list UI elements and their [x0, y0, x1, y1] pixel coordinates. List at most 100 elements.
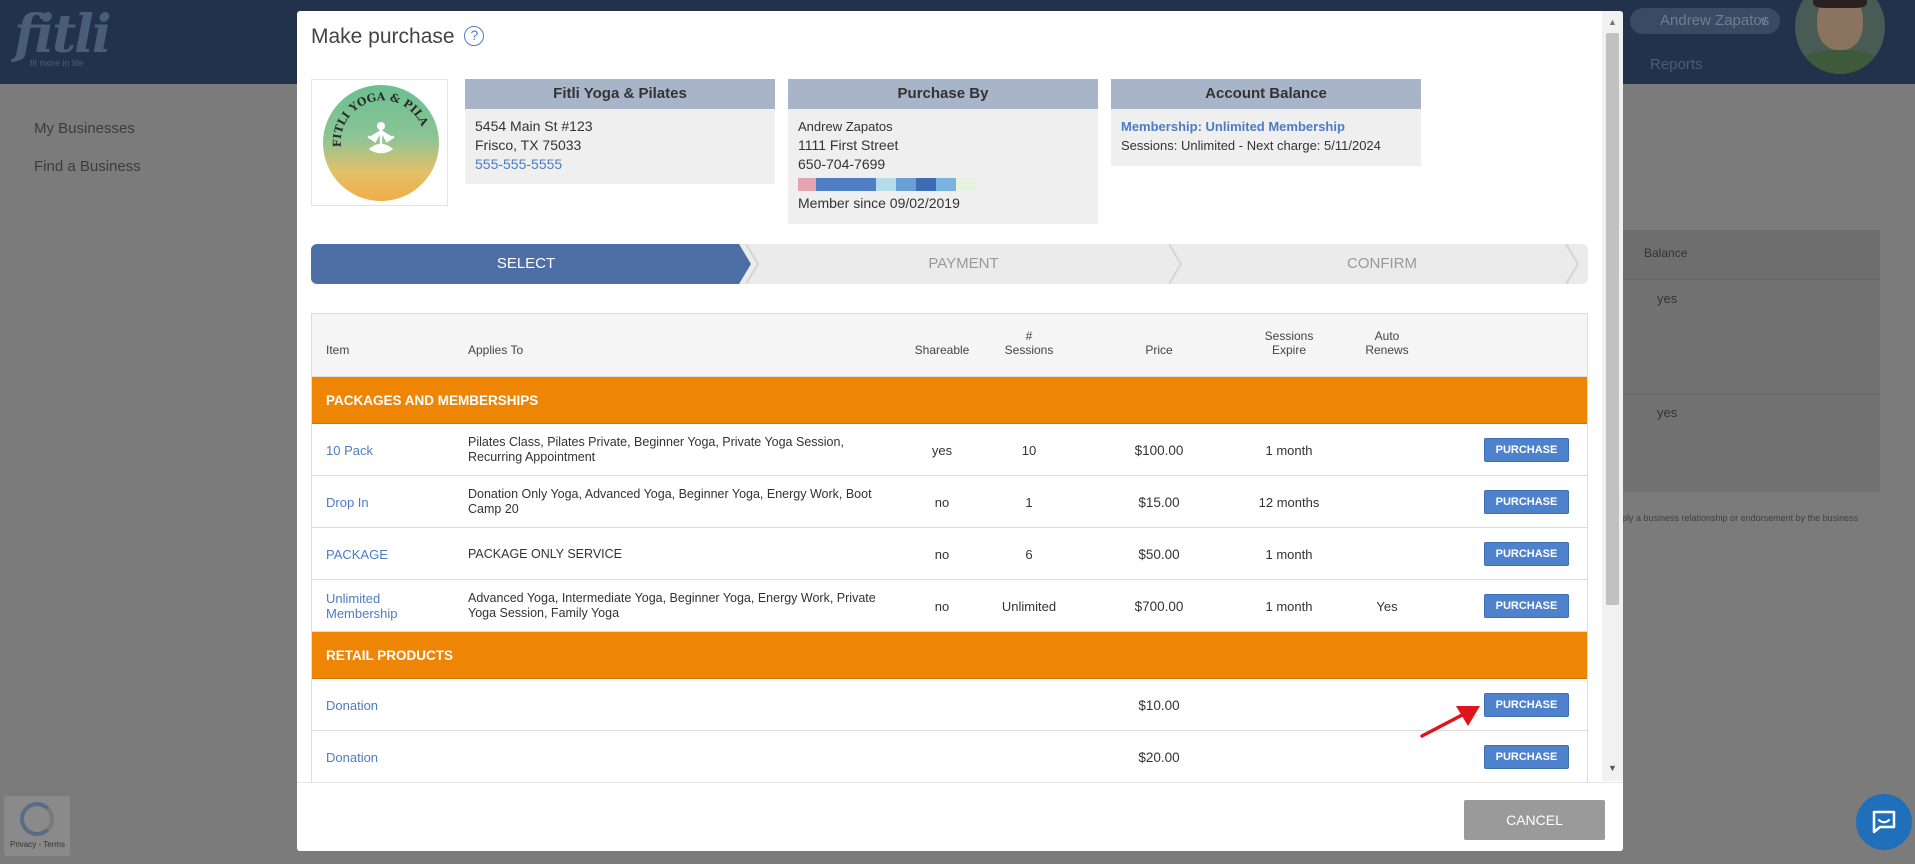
applies-to-text: Pilates Class, Pilates Private, Beginner…: [468, 435, 844, 464]
color-swatch: [936, 178, 956, 191]
scroll-down-arrow-icon[interactable]: ▼: [1608, 763, 1617, 773]
membership-link[interactable]: Membership: Unlimited Membership: [1121, 117, 1411, 136]
cancel-button[interactable]: CANCEL: [1464, 800, 1605, 840]
item-name-link[interactable]: Donation: [326, 731, 446, 783]
table-header: Item Applies To Shareable # Sessions Pri…: [312, 314, 1587, 377]
recaptcha-icon: [20, 802, 54, 836]
table-row: PACKAGE PACKAGE ONLY SERVICE no 6 $50.00 1 mo…: [312, 528, 1587, 580]
price-value: $700.00: [1134, 598, 1184, 614]
scrollbar-thumb[interactable]: [1606, 33, 1619, 605]
purchase-button[interactable]: PURCHASE: [1484, 490, 1569, 514]
sessions-value: 10: [1021, 442, 1037, 458]
color-swatch: [896, 178, 916, 191]
section-header: RETAIL PRODUCTS: [312, 632, 1587, 679]
sidebar-item-my-businesses[interactable]: My Businesses: [34, 120, 135, 137]
table-row: Unlimited Membership Advanced Yoga, Inter…: [312, 580, 1587, 632]
recaptcha-links[interactable]: Privacy - Terms: [10, 840, 65, 849]
auto-renews-value: [1347, 528, 1427, 580]
applies-to-text: Advanced Yoga, Intermediate Yoga, Beginn…: [468, 591, 876, 620]
price-value: $15.00: [1138, 494, 1180, 510]
applies-to-text: PACKAGE ONLY SERVICE: [468, 546, 622, 561]
color-swatch: [836, 178, 856, 191]
background-cell: yes: [1657, 405, 1678, 420]
purchaser-info-card: Purchase By Andrew Zapatos 1111 First St…: [788, 79, 1098, 224]
background-cell: yes: [1657, 291, 1678, 306]
purchase-steps: SELECT PAYMENT CONFIRM: [311, 244, 1588, 284]
modal-scrollbar[interactable]: ▲ ▼: [1602, 11, 1623, 781]
column-header-balance: Balance: [1644, 246, 1688, 260]
col-shareable: Shareable: [914, 343, 970, 357]
col-sessions: # Sessions: [1004, 329, 1054, 357]
sessions-value: Unlimited: [1001, 598, 1057, 614]
sessions-value: 6: [1025, 546, 1033, 562]
redacted-color-bar: [798, 178, 1088, 191]
purchaser-address: 1111 First Street: [798, 137, 899, 153]
scroll-up-arrow-icon[interactable]: ▲: [1608, 17, 1617, 27]
purchaser-name: Andrew Zapatos: [798, 119, 893, 134]
auto-renews-value: [1347, 731, 1427, 783]
col-item: Item: [326, 343, 350, 357]
business-address-line2: Frisco, TX 75033: [475, 137, 582, 153]
shareable-value: yes: [931, 442, 953, 458]
user-menu[interactable]: Andrew Zapatos ∨: [1630, 8, 1780, 34]
color-swatch: [956, 178, 976, 191]
item-name-link[interactable]: Unlimited Membership: [326, 580, 446, 632]
purchase-button[interactable]: PURCHASE: [1484, 542, 1569, 566]
col-applies-to: Applies To: [468, 343, 524, 357]
recaptcha-badge[interactable]: Privacy - Terms: [4, 796, 70, 856]
avatar[interactable]: [1795, 0, 1885, 74]
expire-value: 1 month: [1265, 598, 1313, 614]
expire-value: 12 months: [1258, 494, 1320, 510]
purchase-button[interactable]: PURCHASE: [1484, 438, 1569, 462]
color-swatch: [856, 178, 876, 191]
applies-to-text: [468, 731, 898, 783]
auto-renews-value: [1347, 476, 1427, 528]
shareable-value: no: [934, 598, 950, 614]
purchase-button[interactable]: PURCHASE: [1484, 594, 1569, 618]
modal-footer: CANCEL: [297, 782, 1623, 851]
sessions-value: [982, 731, 1076, 783]
sessions-info: Sessions: Unlimited - Next charge: 5/11/…: [1121, 138, 1381, 153]
shareable-value: [902, 679, 982, 731]
expire-value: [1242, 731, 1336, 783]
table-row: Drop In Donation Only Yoga, Advanced Yoga…: [312, 476, 1587, 528]
col-sessions-expire: Sessions Expire: [1264, 329, 1314, 357]
meditation-figure-icon: [367, 122, 395, 154]
expire-value: 1 month: [1265, 442, 1313, 458]
shareable-value: no: [934, 494, 950, 510]
fitli-logo[interactable]: fitli: [14, 4, 112, 65]
sidebar-item-find-business[interactable]: Find a Business: [34, 158, 141, 175]
purchaser-heading: Purchase By: [788, 79, 1098, 109]
purchase-button[interactable]: PURCHASE: [1484, 745, 1569, 769]
annotation-arrow-icon: [1420, 706, 1480, 738]
chat-launcher-button[interactable]: [1856, 794, 1912, 850]
auto-renews-value: Yes: [1376, 598, 1398, 614]
item-name-link[interactable]: Drop In: [326, 476, 446, 528]
applies-to-text: Donation Only Yoga, Advanced Yoga, Begin…: [468, 487, 872, 516]
purchaser-phone: 650-704-7699: [798, 156, 886, 172]
account-balance-heading: Account Balance: [1111, 79, 1421, 109]
shareable-value: [902, 731, 982, 783]
purchase-button[interactable]: PURCHASE: [1484, 693, 1569, 717]
item-name-link[interactable]: PACKAGE: [326, 528, 446, 580]
nav-reports[interactable]: Reports: [1650, 56, 1703, 73]
price-value: $10.00: [1138, 697, 1180, 713]
price-value: $100.00: [1134, 442, 1184, 458]
business-info-card: Fitli Yoga & Pilates 5454 Main St #123 F…: [465, 79, 775, 184]
shareable-value: no: [934, 546, 950, 562]
item-name-link[interactable]: Donation: [326, 679, 446, 731]
color-swatch: [876, 178, 896, 191]
business-phone-link[interactable]: 555-555-5555: [475, 155, 765, 174]
modal-title-text: Make purchase: [311, 25, 455, 48]
section-header: PACKAGES AND MEMBERSHIPS: [312, 377, 1587, 424]
price-value: $20.00: [1138, 749, 1180, 765]
account-balance-card: Account Balance Membership: Unlimited Me…: [1111, 79, 1421, 166]
table-row: Donation $10.00 PURCHASE: [312, 679, 1587, 731]
modal-title: Make purchase ?: [311, 25, 485, 49]
help-icon[interactable]: ?: [464, 26, 485, 46]
products-table: Item Applies To Shareable # Sessions Pri…: [311, 313, 1588, 783]
col-price: Price: [1145, 343, 1173, 357]
business-name: Fitli Yoga & Pilates: [465, 79, 775, 109]
item-name-link[interactable]: 10 Pack: [326, 424, 446, 476]
sessions-value: [982, 679, 1076, 731]
